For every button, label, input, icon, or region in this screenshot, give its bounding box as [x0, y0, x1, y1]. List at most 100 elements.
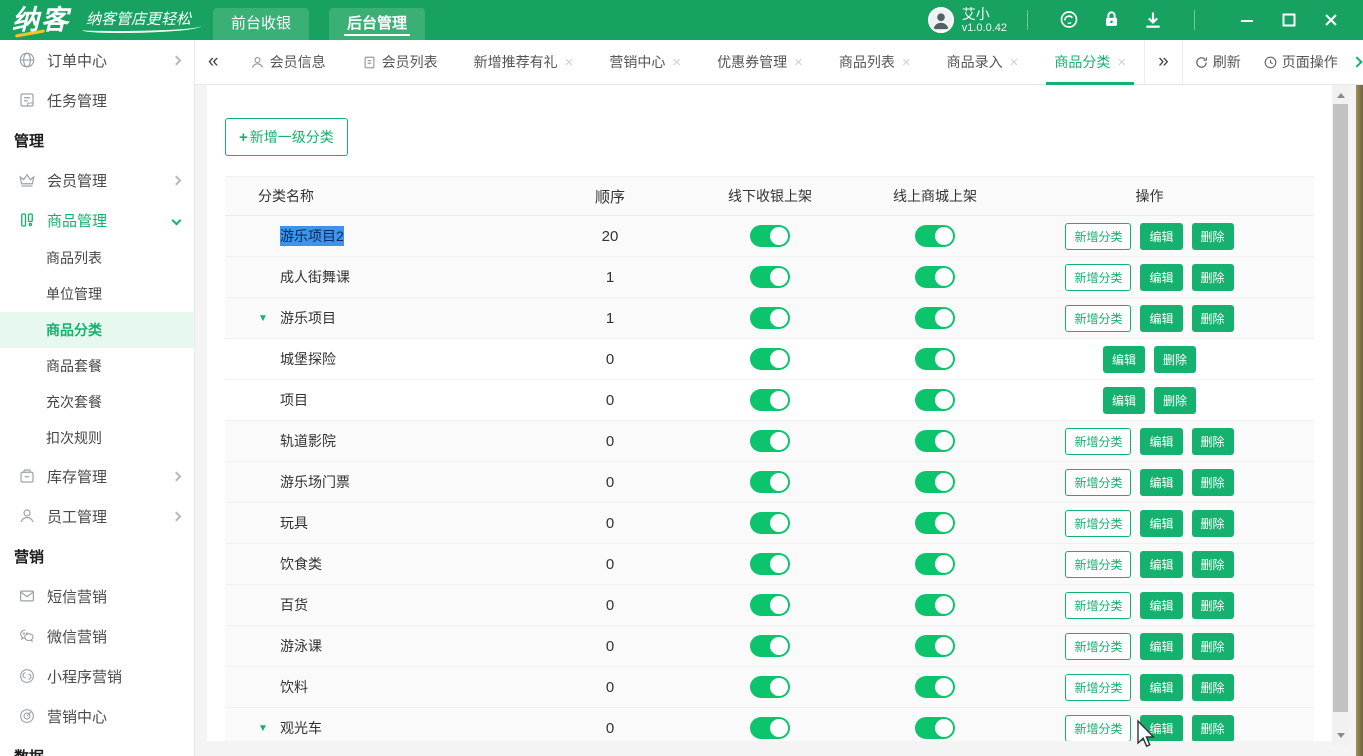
edit-button[interactable]: 编辑 — [1140, 510, 1182, 537]
delete-button[interactable]: 删除 — [1192, 674, 1234, 701]
add-subcategory-button[interactable]: 新增分类 — [1065, 674, 1131, 701]
online-toggle[interactable] — [915, 266, 955, 288]
add-subcategory-button[interactable]: 新增分类 — [1065, 551, 1131, 578]
edit-button[interactable]: 编辑 — [1140, 469, 1182, 496]
close-tab-icon[interactable]: × — [1117, 54, 1126, 71]
scroll-up-icon[interactable] — [1332, 87, 1349, 103]
delete-button[interactable]: 删除 — [1192, 551, 1234, 578]
tab-marketing-center[interactable]: 营销中心 × — [596, 40, 694, 85]
sidebar-item-inventory-management[interactable]: 库存管理 — [0, 456, 194, 496]
offline-toggle[interactable] — [750, 594, 790, 616]
add-subcategory-button[interactable]: 新增分类 — [1065, 633, 1131, 660]
sidebar-item-marketing-center[interactable]: 营销中心 — [0, 696, 194, 736]
sidebar-subitem-goods-list[interactable]: 商品列表 — [0, 240, 194, 276]
minimize-button[interactable] — [1237, 10, 1257, 30]
close-button[interactable] — [1321, 10, 1341, 30]
tab-member-list[interactable]: 会员列表 — [349, 40, 451, 85]
delete-button[interactable]: 删除 — [1192, 715, 1234, 742]
online-toggle[interactable] — [915, 553, 955, 575]
sidebar-item-sms-marketing[interactable]: 短信营销 — [0, 576, 194, 616]
sidebar-subitem-unit-management[interactable]: 单位管理 — [0, 276, 194, 312]
online-toggle[interactable] — [915, 389, 955, 411]
delete-button[interactable]: 删除 — [1192, 592, 1234, 619]
offline-toggle[interactable] — [750, 553, 790, 575]
online-toggle[interactable] — [915, 594, 955, 616]
close-tab-icon[interactable]: × — [672, 54, 681, 71]
add-subcategory-button[interactable]: 新增分类 — [1065, 264, 1131, 291]
delete-button[interactable]: 删除 — [1154, 387, 1196, 414]
edit-button[interactable]: 编辑 — [1140, 633, 1182, 660]
page-operations-button[interactable]: 页面操作 — [1263, 52, 1338, 72]
offline-toggle[interactable] — [750, 717, 790, 739]
delete-button[interactable]: 删除 — [1192, 428, 1234, 455]
tab-coupon-management[interactable]: 优惠券管理 × — [704, 40, 816, 85]
tabs-scroll-left-icon[interactable]: « — [195, 51, 232, 73]
edit-button[interactable]: 编辑 — [1140, 715, 1182, 742]
edit-button[interactable]: 编辑 — [1140, 592, 1182, 619]
delete-button[interactable]: 删除 — [1192, 264, 1234, 291]
offline-toggle[interactable] — [750, 225, 790, 247]
close-tab-icon[interactable]: × — [902, 54, 911, 71]
sidebar-item-member-management[interactable]: 会员管理 — [0, 160, 194, 200]
scroll-down-icon[interactable] — [1332, 727, 1349, 743]
edit-button[interactable]: 编辑 — [1140, 428, 1182, 455]
edit-button[interactable]: 编辑 — [1140, 305, 1182, 332]
offline-toggle[interactable] — [750, 635, 790, 657]
delete-button[interactable]: 删除 — [1192, 469, 1234, 496]
edit-button[interactable]: 编辑 — [1103, 346, 1145, 373]
tab-goods-list[interactable]: 商品列表 × — [826, 40, 924, 85]
edit-button[interactable]: 编辑 — [1140, 674, 1182, 701]
offline-toggle[interactable] — [750, 430, 790, 452]
expand-arrow-icon[interactable]: ▼ — [258, 723, 280, 734]
add-subcategory-button[interactable]: 新增分类 — [1065, 510, 1131, 537]
tab-goods-category[interactable]: 商品分类 × — [1041, 40, 1139, 85]
sidebar-subitem-goods-package[interactable]: 商品套餐 — [0, 348, 194, 384]
tabs-scroll-right-icon[interactable]: » — [1145, 51, 1182, 73]
tab-goods-entry[interactable]: 商品录入 × — [934, 40, 1032, 85]
close-tab-icon[interactable]: × — [1010, 54, 1019, 71]
edit-button[interactable]: 编辑 — [1140, 264, 1182, 291]
expand-arrow-icon[interactable]: ▼ — [258, 313, 280, 324]
online-toggle[interactable] — [915, 471, 955, 493]
add-subcategory-button[interactable]: 新增分类 — [1065, 715, 1131, 742]
offline-toggle[interactable] — [750, 266, 790, 288]
online-toggle[interactable] — [915, 225, 955, 247]
delete-button[interactable]: 删除 — [1192, 305, 1234, 332]
offline-toggle[interactable] — [750, 512, 790, 534]
customer-service-icon[interactable] — [1059, 10, 1079, 30]
delete-button[interactable]: 删除 — [1192, 223, 1234, 250]
refresh-button[interactable]: 刷新 — [1194, 52, 1241, 72]
sidebar-item-goods-management[interactable]: 商品管理 — [0, 200, 194, 240]
add-subcategory-button[interactable]: 新增分类 — [1065, 469, 1131, 496]
scrollbar-thumb[interactable] — [1333, 104, 1348, 712]
edit-button[interactable]: 编辑 — [1140, 551, 1182, 578]
maximize-button[interactable] — [1279, 10, 1299, 30]
online-toggle[interactable] — [915, 430, 955, 452]
avatar[interactable] — [928, 7, 954, 33]
sidebar-item-wechat-marketing[interactable]: 微信营销 — [0, 616, 194, 656]
online-toggle[interactable] — [915, 348, 955, 370]
sidebar-subitem-goods-category[interactable]: 商品分类 — [0, 312, 194, 348]
close-tab-icon[interactable]: × — [794, 54, 803, 71]
add-subcategory-button[interactable]: 新增分类 — [1065, 428, 1131, 455]
add-subcategory-button[interactable]: 新增分类 — [1065, 305, 1131, 332]
page-ops-expand-icon[interactable] — [1351, 56, 1362, 67]
offline-toggle[interactable] — [750, 471, 790, 493]
edit-button[interactable]: 编辑 — [1103, 387, 1145, 414]
edit-button[interactable]: 编辑 — [1140, 223, 1182, 250]
nav-backend-admin[interactable]: 后台管理 — [329, 8, 425, 40]
tab-member-info[interactable]: 会员信息 — [237, 40, 339, 85]
vertical-scrollbar[interactable] — [1332, 85, 1349, 745]
delete-button[interactable]: 删除 — [1192, 510, 1234, 537]
online-toggle[interactable] — [915, 676, 955, 698]
close-tab-icon[interactable]: × — [565, 54, 574, 71]
sidebar-item-miniprogram-marketing[interactable]: 小程序营销 — [0, 656, 194, 696]
add-top-category-button[interactable]: +新增一级分类 — [225, 118, 348, 156]
sidebar-subitem-recharge-package[interactable]: 充次套餐 — [0, 384, 194, 420]
offline-toggle[interactable] — [750, 307, 790, 329]
delete-button[interactable]: 删除 — [1154, 346, 1196, 373]
online-toggle[interactable] — [915, 717, 955, 739]
offline-toggle[interactable] — [750, 676, 790, 698]
tab-new-referral-gift[interactable]: 新增推荐有礼 × — [461, 40, 587, 85]
lock-icon[interactable] — [1101, 10, 1121, 30]
